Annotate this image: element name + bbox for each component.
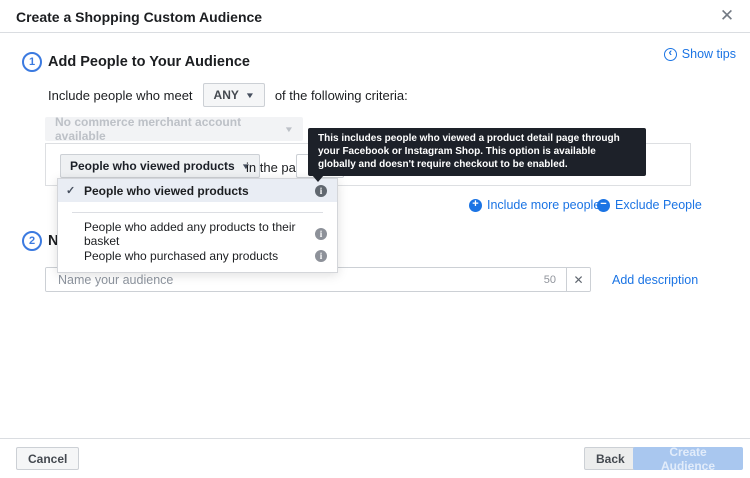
info-icon[interactable]: i [315, 228, 327, 240]
char-counter: 50 [534, 274, 566, 286]
create-audience-button[interactable]: Create Audience [633, 447, 743, 470]
merchant-account-dropdown[interactable]: No commerce merchant account available ▼ [45, 117, 303, 141]
check-icon: ✓ [66, 184, 84, 197]
match-type-dropdown[interactable]: ANY ▼ [203, 83, 265, 107]
clear-input-icon[interactable]: ✕ [566, 268, 590, 291]
minus-circle-icon: − [597, 199, 610, 212]
menu-item-added-to-basket[interactable]: People who added any products to their b… [58, 223, 337, 245]
chevron-circle-icon: ‹ [664, 48, 677, 61]
modal-title: Create a Shopping Custom Audience [16, 9, 262, 25]
info-icon[interactable]: i [315, 250, 327, 262]
include-more-people-link[interactable]: + Include more people [469, 198, 600, 212]
match-type-value: ANY [214, 88, 239, 102]
plus-circle-icon: + [469, 199, 482, 212]
criteria-prefix-label: Include people who meet [48, 88, 193, 103]
exclude-people-link[interactable]: − Exclude People [597, 198, 702, 212]
footer-divider [0, 438, 750, 439]
chevron-down-icon: ▼ [284, 125, 294, 134]
cancel-button[interactable]: Cancel [16, 447, 79, 470]
create-shopping-custom-audience-modal: Create a Shopping Custom Audience ✕ ‹ Sh… [0, 0, 750, 478]
event-type-menu: ✓ People who viewed products i People wh… [57, 178, 338, 273]
tooltip-text-line: globally and doesn't require checkout to… [318, 158, 636, 171]
info-tooltip: This includes people who viewed a produc… [308, 128, 646, 176]
step-1-heading: Add People to Your Audience [48, 54, 250, 70]
menu-item-label: People who viewed products [84, 184, 315, 198]
include-more-people-label: Include more people [487, 198, 600, 212]
step-2-badge: 2 [22, 231, 42, 251]
exclude-people-label: Exclude People [615, 198, 702, 212]
criteria-suffix-label: of the following criteria: [275, 88, 408, 103]
tooltip-text-line: This includes people who viewed a produc… [318, 132, 636, 145]
show-tips-link[interactable]: ‹ Show tips [664, 47, 736, 61]
menu-item-viewed-products[interactable]: ✓ People who viewed products i [58, 179, 337, 202]
menu-divider [72, 212, 323, 213]
tooltip-text-line: your Facebook or Instagram Shop. This op… [318, 145, 636, 158]
menu-item-purchased[interactable]: People who purchased any products i [58, 245, 337, 267]
show-tips-label: Show tips [682, 47, 736, 61]
criteria-sentence: Include people who meet ANY ▼ of the fol… [48, 83, 408, 107]
back-button[interactable]: Back [584, 447, 637, 470]
tooltip-arrow [312, 175, 324, 182]
step-1-badge: 1 [22, 52, 42, 72]
merchant-account-value: No commerce merchant account available [55, 115, 278, 143]
modal-header: Create a Shopping Custom Audience ✕ [0, 0, 750, 33]
add-description-link[interactable]: Add description [612, 273, 698, 287]
info-icon[interactable]: i [315, 185, 327, 197]
chevron-down-icon: ▼ [245, 91, 255, 100]
event-type-value: People who viewed products [70, 159, 235, 173]
close-icon[interactable]: ✕ [716, 5, 738, 27]
menu-item-label: People who purchased any products [84, 249, 315, 263]
menu-item-label: People who added any products to their b… [84, 220, 315, 248]
event-type-dropdown[interactable]: People who viewed products ▼ [60, 154, 260, 178]
